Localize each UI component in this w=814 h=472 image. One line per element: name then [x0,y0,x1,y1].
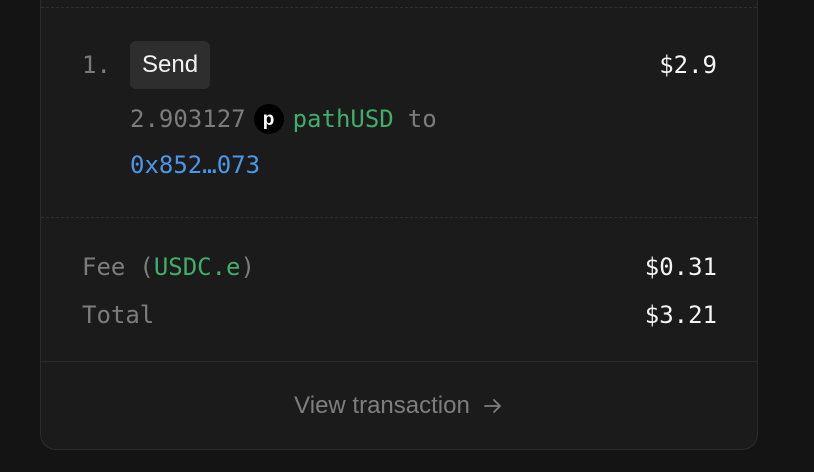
recipient-address-link[interactable]: 0x852…073 [130,151,260,179]
total-value: $3.21 [644,301,717,329]
pathusd-token-icon: p [253,104,284,134]
transfer-detail: 2.903127 p pathUSD to [130,101,437,137]
send-action-label: Send [142,51,199,78]
total-label: Total [82,301,155,329]
divider-top [41,7,757,8]
card-footer: View transaction [41,361,757,449]
to-word: to [407,105,437,133]
fee-paren-open: ( [139,253,154,281]
fee-value: $0.31 [644,253,717,281]
token-amount: 2.903127 [130,105,246,133]
transaction-card: 1. Send $2.9 2.903127 p pathUSD to 0x852… [40,0,758,450]
recipient-row: 0x852…073 [130,151,260,179]
fee-paren-close: ) [240,253,255,281]
fee-label: Fee [82,253,126,281]
item-index: 1. [82,51,111,79]
arrow-right-icon [482,395,504,417]
fee-token-link[interactable]: USDC.e [154,253,241,281]
view-transaction-label: View transaction [294,391,470,419]
fee-label-row: Fee (USDC.e) [82,253,255,281]
send-action-badge: Send [130,41,211,89]
divider-mid [41,217,757,218]
token-name-link[interactable]: pathUSD [293,105,394,133]
view-transaction-link[interactable]: View transaction [294,392,504,420]
transfer-amount-usd: $2.9 [659,51,717,79]
